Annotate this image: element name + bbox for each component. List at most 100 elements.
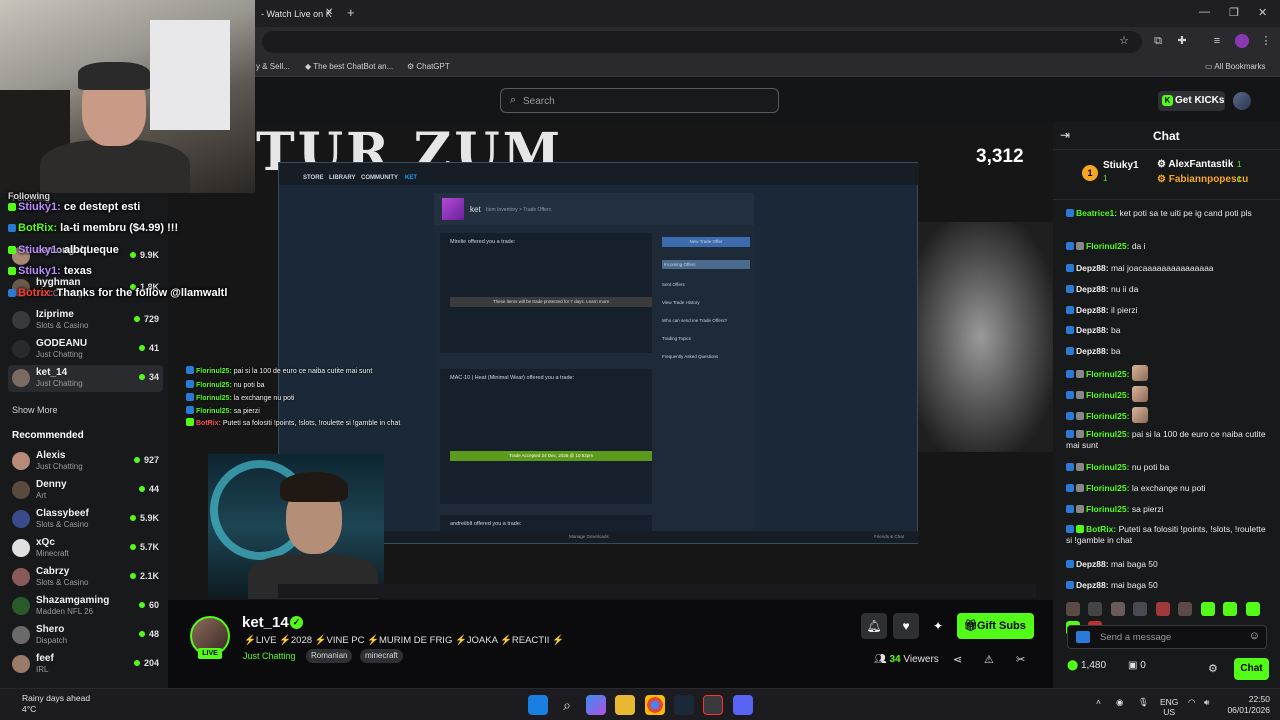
follow-button[interactable]: ♥ <box>893 613 919 639</box>
file-explorer-icon[interactable] <box>615 695 635 715</box>
discord-icon[interactable] <box>733 695 753 715</box>
new-tab-icon[interactable]: + <box>347 5 355 20</box>
emote-button[interactable] <box>1223 602 1238 616</box>
big-overlay-message: BotRix: la-ti membru ($4.99) !!! <box>8 222 178 234</box>
chat-username[interactable]: Depz88: <box>1076 305 1109 315</box>
restore-icon[interactable]: ❐ <box>1229 6 1239 19</box>
close-tab-icon[interactable]: ✕ <box>325 7 333 18</box>
viewer-count: 41 <box>138 343 159 353</box>
emoji-icon[interactable]: ☺ <box>1249 630 1260 642</box>
emote-button[interactable] <box>1155 602 1170 616</box>
emote-button[interactable] <box>1088 602 1103 616</box>
sidebar-item-feef[interactable]: feef IRL 204 <box>8 651 163 678</box>
obs-icon[interactable] <box>703 695 723 715</box>
chat-username[interactable]: Florinul25: <box>1086 462 1129 472</box>
chat-message-input[interactable]: Send a message ☺ <box>1067 625 1267 649</box>
system-clock[interactable]: 22:50 06/01/2026 <box>1226 694 1270 716</box>
sidebar-item-xqc[interactable]: xQc Minecraft 5.7K <box>8 535 163 562</box>
big-overlay-text: Thanks for the follow @llamwaltl <box>56 287 228 299</box>
microphone-icon[interactable]: 🎙︎ <box>1138 697 1149 708</box>
sidebar-item-shazamgaming[interactable]: Shazamgaming Madden NFL 26 60 <box>8 593 163 620</box>
get-kicks-button[interactable]: K Get KICKs <box>1158 91 1225 111</box>
steam-titlebar: STORE LIBRARY COMMUNITY KET <box>279 163 919 185</box>
stream-category[interactable]: Just Chatting <box>243 651 296 661</box>
chat-username[interactable]: Florinul25: <box>1086 411 1129 421</box>
sidebar-item-classybeef[interactable]: Classybeef Slots & Casino 5.9K <box>8 506 163 533</box>
close-window-icon[interactable]: ✕ <box>1258 6 1267 19</box>
sidebar-item-denny[interactable]: Denny Art 44 <box>8 477 163 504</box>
chat-gifts[interactable]: ▣ 0 <box>1128 660 1146 671</box>
extension-icon[interactable]: ⧉ <box>1151 34 1165 48</box>
profile-icon[interactable] <box>1235 34 1249 48</box>
collapse-chat-icon[interactable]: ⇥ <box>1060 128 1070 142</box>
chat-username[interactable]: Florinul25: <box>1086 241 1129 251</box>
tag-minecraft[interactable]: minecraft <box>360 649 403 663</box>
windows-start-icon[interactable] <box>528 695 548 715</box>
chat-username[interactable]: Depz88: <box>1076 263 1109 273</box>
puzzle-icon[interactable]: ✚ <box>1175 34 1189 48</box>
taskbar-search-icon[interactable]: ⌕ <box>557 695 577 715</box>
show-more-link[interactable]: Show More <box>12 405 58 415</box>
top-gifter-2[interactable]: ⚙ AlexFantastik <box>1157 159 1233 170</box>
all-bookmarks[interactable]: ▭ All Bookmarks <box>1205 62 1265 71</box>
tag-romanian[interactable]: Romanian <box>306 649 353 663</box>
notification-bell-button[interactable]: 🔔︎ <box>861 613 887 639</box>
streamer-name[interactable]: ket_14 <box>242 614 289 631</box>
stream-video[interactable]: TUR ZUM 3,312 STORE LIBRARY COMMUNITY KE… <box>168 122 1053 600</box>
chat-username[interactable]: Florinul25: <box>1086 369 1129 379</box>
chat-username[interactable]: Depz88: <box>1076 284 1109 294</box>
chat-send-button[interactable]: Chat <box>1234 658 1269 680</box>
chat-username[interactable]: Florinul25: <box>1086 483 1129 493</box>
chat-username[interactable]: Florinul25: <box>1086 429 1129 439</box>
gear-icon[interactable]: ⚙ <box>1208 662 1218 675</box>
chat-username[interactable]: Depz88: <box>1076 559 1109 569</box>
url-field[interactable] <box>262 31 1142 53</box>
chat-username[interactable]: Beatrice1: <box>1076 208 1117 218</box>
emote-button[interactable] <box>1245 602 1260 616</box>
tray-chevron-icon[interactable]: ˄ <box>1096 697 1101 707</box>
offer-2-title: MAC-10 | Heat (Minimal Wear) offered you… <box>450 375 575 381</box>
emote-button[interactable] <box>1110 602 1125 616</box>
sidebar-item-alexis[interactable]: Alexis Just Chatting 927 <box>8 448 163 475</box>
bookmark-1[interactable]: y & Sell... <box>256 62 290 71</box>
clip-icon[interactable]: ✂ <box>1016 653 1025 666</box>
sparkle-button[interactable]: ✦ <box>925 613 951 639</box>
wifi-icon[interactable]: ◠ <box>1188 697 1195 708</box>
chat-username[interactable]: Depz88: <box>1076 580 1109 590</box>
sidebar-item-iziprime[interactable]: Iziprime Slots & Casino 729 <box>8 307 163 334</box>
weather-widget[interactable]: Rainy days ahead 4°C <box>22 693 90 715</box>
chat-username[interactable]: Florinul25: <box>1086 504 1129 514</box>
minimize-icon[interactable]: — <box>1199 6 1210 18</box>
bookmark-3[interactable]: ⚙ ChatGPT <box>407 62 450 71</box>
chrome-icon[interactable] <box>645 695 665 715</box>
gift-subs-button[interactable]: 🎁︎ Gift Subs <box>957 613 1034 639</box>
emote-button[interactable] <box>1178 602 1193 616</box>
chat-username[interactable]: Florinul25: <box>1086 390 1129 400</box>
user-avatar[interactable] <box>1233 92 1251 110</box>
menu-icon[interactable]: ⋮ <box>1259 34 1273 48</box>
emote-button[interactable] <box>1133 602 1148 616</box>
volume-icon[interactable]: 🔊︎ <box>1204 697 1209 708</box>
sidebar-item-ket-14[interactable]: ket_14 Just Chatting 34 <box>8 365 163 392</box>
chat-username[interactable]: Depz88: <box>1076 325 1109 335</box>
steam-icon[interactable] <box>674 695 694 715</box>
sidebar-item-shero[interactable]: Shero Dispatch 48 <box>8 622 163 649</box>
chat-username[interactable]: Depz88: <box>1076 346 1109 356</box>
tray-app-icon[interactable]: ◉ <box>1116 697 1123 708</box>
emote-button[interactable] <box>1200 602 1215 616</box>
report-icon[interactable]: ⚠ <box>984 653 994 666</box>
share-icon[interactable]: ⋖ <box>953 653 962 666</box>
star-icon[interactable]: ☆ <box>1117 34 1131 48</box>
sidebar-item-cabrzy[interactable]: Cabrzy Slots & Casino 2.1K <box>8 564 163 591</box>
emote-button[interactable] <box>1066 602 1080 616</box>
media-icon[interactable]: ≡ <box>1210 34 1224 48</box>
language-indicator[interactable]: ENG US <box>1160 697 1178 717</box>
copilot-icon[interactable] <box>586 695 606 715</box>
bookmark-2[interactable]: ◆ The best ChatBot an... <box>305 62 393 71</box>
top-gifter-1[interactable]: Stiuky1 <box>1103 160 1139 171</box>
sidebar-item-godeanu[interactable]: GODEANU Just Chatting 41 <box>8 336 163 363</box>
top-gifter-3[interactable]: ⚙ Fabiannpopescu <box>1157 174 1248 185</box>
chat-points[interactable]: ⬤ 1,480 <box>1067 660 1106 671</box>
chat-username[interactable]: BotRix: <box>1086 524 1116 534</box>
search-input[interactable]: ⌕ Search <box>500 88 779 113</box>
